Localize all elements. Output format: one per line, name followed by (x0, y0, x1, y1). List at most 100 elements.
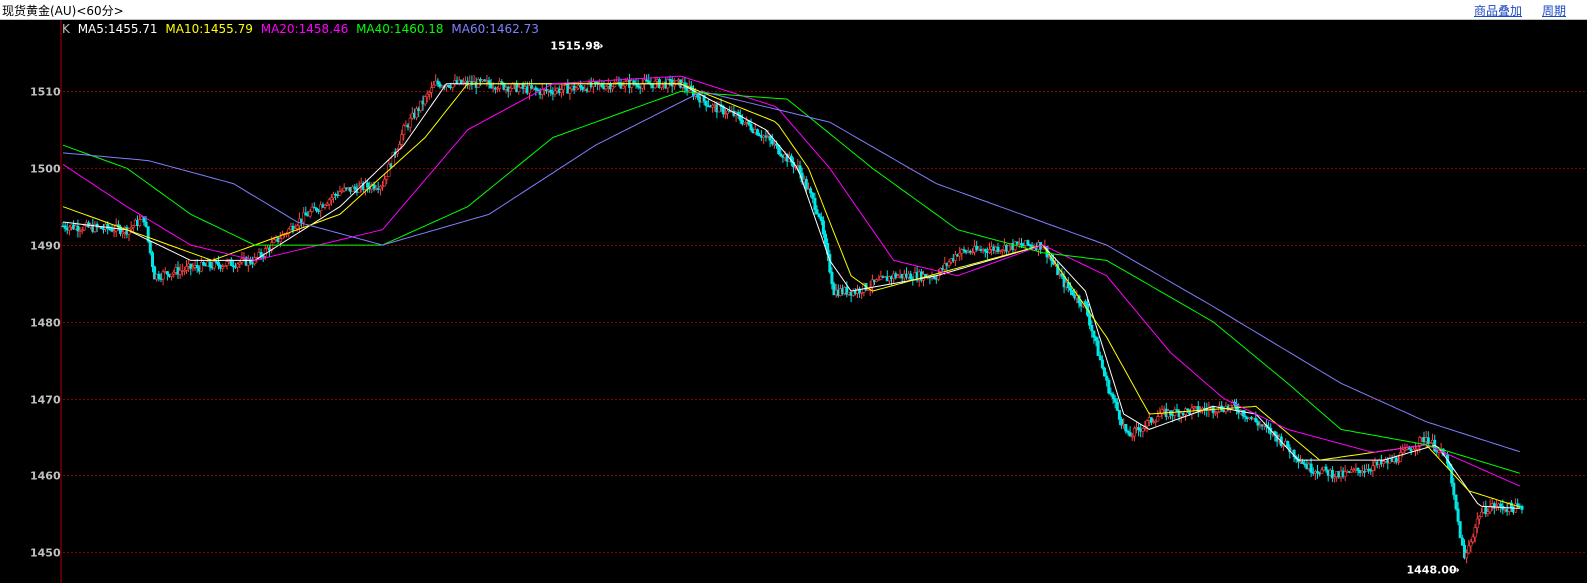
up-candle (1371, 465, 1375, 471)
down-candle (1090, 324, 1094, 332)
up-candle (508, 87, 512, 92)
down-candle (600, 83, 604, 88)
min-price-arrow-icon: → (1451, 564, 1460, 577)
down-candle (304, 212, 308, 216)
max-price-arrow-icon: → (594, 40, 603, 53)
y-axis-labels: 1510 1500 1490 1480 1470 1460 1450 (30, 86, 61, 560)
candlestick-chart[interactable]: 1510 1500 1490 1480 1470 1460 1450 1515.98 → 1… (0, 20, 1587, 583)
up-candle (1416, 446, 1420, 450)
down-candle (1094, 337, 1098, 342)
up-candle (1469, 541, 1473, 547)
extreme-markers: 1515.98 → 1448.00 → (550, 40, 1459, 577)
down-candle (1105, 375, 1109, 381)
up-candle (958, 252, 962, 257)
up-candle (610, 86, 614, 90)
up-candle (138, 219, 142, 227)
down-candle (217, 261, 221, 266)
up-candle (1465, 552, 1469, 559)
down-candle (811, 192, 815, 199)
candles (61, 73, 1524, 564)
up-candle (429, 87, 433, 93)
down-candle (815, 209, 819, 215)
down-candle (436, 80, 440, 85)
up-candle (1320, 469, 1324, 474)
down-candle (1083, 301, 1087, 305)
up-candle (385, 175, 389, 180)
down-candle (549, 89, 553, 93)
down-candle (1113, 398, 1117, 403)
down-candle (1100, 359, 1104, 369)
down-candle (817, 213, 821, 218)
down-candle (1117, 409, 1121, 420)
down-candle (1454, 494, 1458, 510)
up-candle (329, 197, 333, 201)
up-candle (327, 199, 331, 205)
grid-lines (63, 91, 1587, 553)
y-tick-label: 1460 (30, 470, 61, 483)
moving-average-lines (62, 75, 1521, 509)
down-candle (1096, 340, 1100, 356)
down-candle (704, 100, 708, 107)
up-candle (1467, 545, 1471, 554)
up-candle (1418, 437, 1422, 447)
down-candle (1137, 427, 1141, 431)
up-candle (432, 84, 436, 88)
period-button[interactable]: 周期 (1542, 2, 1566, 19)
down-candle (755, 129, 759, 136)
up-candle (263, 248, 267, 257)
y-tick-label: 1490 (30, 240, 61, 253)
down-candle (1107, 379, 1111, 394)
down-candle (830, 271, 834, 285)
up-candle (987, 249, 991, 253)
up-candle (400, 134, 404, 145)
up-candle (1471, 536, 1475, 543)
down-candle (1115, 401, 1119, 411)
down-candle (1460, 537, 1464, 546)
up-candle (383, 178, 387, 187)
up-candle (82, 225, 86, 231)
min-price-label: 1448.00 (1407, 564, 1457, 577)
down-candle (1324, 466, 1328, 471)
down-candle (165, 271, 169, 275)
ma10-line (62, 83, 1521, 508)
down-candle (1450, 467, 1454, 484)
down-candle (1019, 243, 1023, 246)
up-candle (236, 263, 240, 268)
down-candle (1499, 503, 1503, 507)
down-candle (1309, 463, 1313, 473)
down-candle (813, 198, 817, 210)
max-price-label: 1515.98 (550, 40, 600, 53)
up-candle (1132, 427, 1136, 437)
up-candle (653, 80, 657, 88)
down-candle (366, 182, 370, 188)
ma60-line (62, 90, 1521, 453)
down-candle (208, 261, 212, 268)
up-candle (1480, 511, 1484, 517)
down-candle (749, 124, 753, 131)
up-candle (161, 271, 165, 280)
down-candle (1098, 355, 1102, 361)
down-candle (1026, 240, 1030, 245)
up-candle (1156, 416, 1160, 422)
down-candle (696, 93, 700, 98)
down-candle (157, 273, 161, 279)
up-candle (1475, 518, 1479, 528)
up-candle (425, 93, 429, 98)
up-candle (553, 90, 557, 95)
up-candle (225, 261, 229, 266)
up-candle (272, 239, 276, 244)
down-candle (1254, 417, 1258, 422)
down-candle (1301, 461, 1305, 465)
up-candle (338, 191, 342, 196)
overlay-commodity-button[interactable]: 商品叠加 (1474, 2, 1522, 19)
y-tick-label: 1450 (30, 547, 61, 560)
down-candle (144, 221, 148, 227)
down-candle (489, 83, 493, 89)
up-candle (1382, 461, 1386, 464)
down-candle (151, 252, 155, 268)
y-tick-label: 1500 (30, 163, 61, 176)
up-candle (947, 261, 951, 266)
up-candle (308, 211, 312, 217)
down-candle (63, 225, 67, 229)
down-candle (809, 188, 813, 194)
